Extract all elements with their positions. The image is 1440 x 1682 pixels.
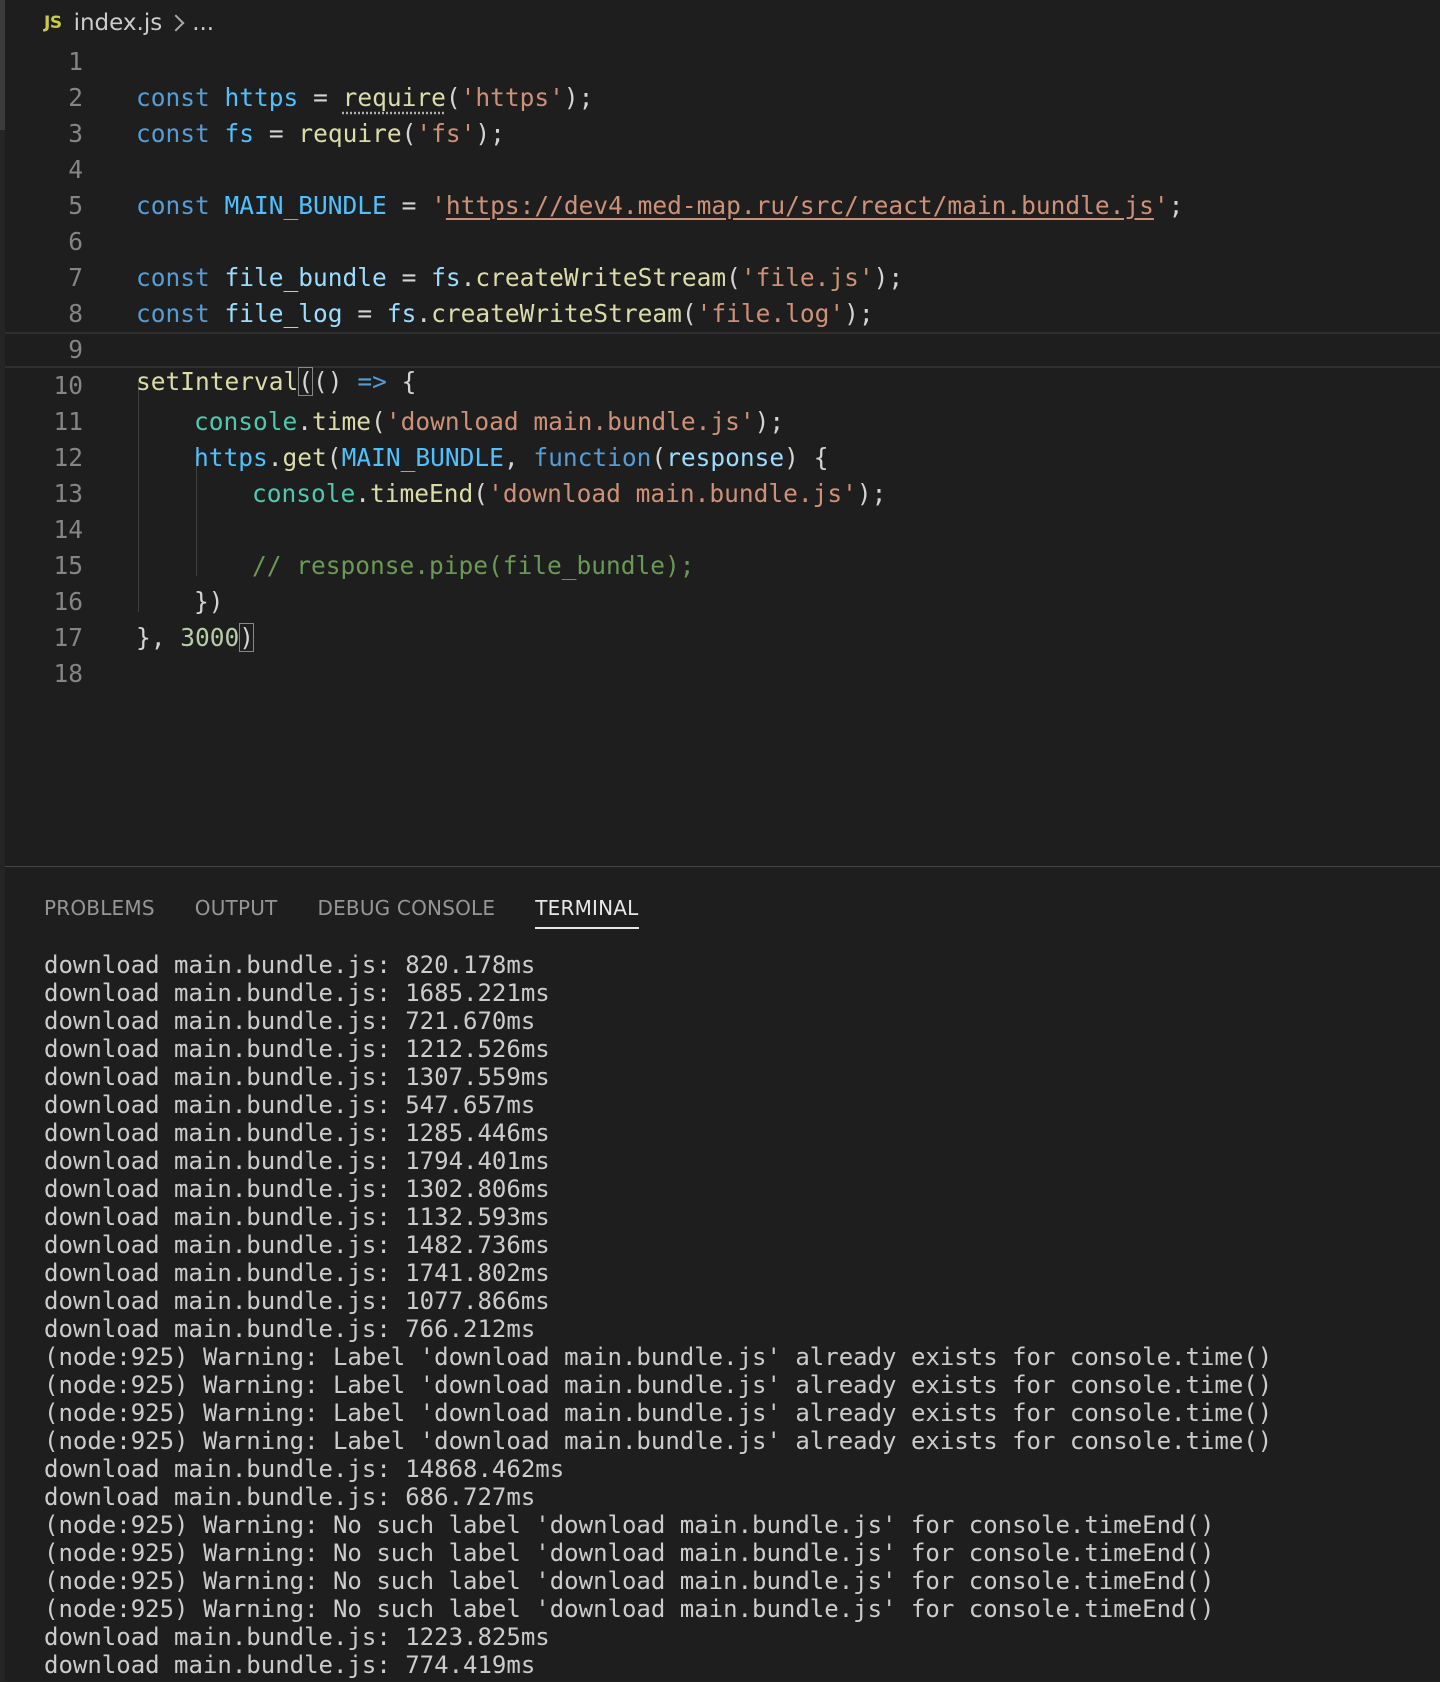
terminal-line: download main.bundle.js: 721.670ms xyxy=(44,1007,536,1035)
terminal-output[interactable]: download main.bundle.js: 820.178ms downlo… xyxy=(44,951,1434,1679)
dot: . xyxy=(416,299,432,328)
terminal-line: (node:925) Warning: Label 'download main… xyxy=(44,1371,1273,1399)
code-content: }, 3000) xyxy=(136,620,255,656)
tab-output[interactable]: OUTPUT xyxy=(195,889,278,929)
terminal-line: download main.bundle.js: 1223.825ms xyxy=(44,1623,550,1651)
breadcrumb: JS index.js ... xyxy=(44,6,214,40)
terminal-line: (node:925) Warning: No such label 'downl… xyxy=(44,1511,1215,1539)
paren: ( xyxy=(473,479,489,508)
brace: }, xyxy=(136,623,166,652)
terminal-line: download main.bundle.js: 1302.806ms xyxy=(44,1175,550,1203)
url-link[interactable]: https://dev4.med-map.ru/src/react/main.b… xyxy=(446,191,1154,220)
chevron-right-icon xyxy=(167,14,185,32)
operator: = xyxy=(401,191,417,220)
code-content: const fs = require('fs'); xyxy=(136,116,505,152)
bottom-panel: PROBLEMS OUTPUT DEBUG CONSOLE TERMINAL down… xyxy=(5,866,1440,1682)
terminal-line: download main.bundle.js: 820.178ms xyxy=(44,951,536,979)
code-line-10[interactable]: console.time('download main.bundle.js'); xyxy=(5,368,1440,436)
code-content: const file_log = fs.createWriteStream('f… xyxy=(136,296,874,332)
terminal-line: (node:925) Warning: No such label 'downl… xyxy=(44,1595,1215,1623)
identifier: file_log xyxy=(224,299,343,328)
paren: ( xyxy=(681,299,697,328)
breadcrumb-file[interactable]: index.js xyxy=(74,10,163,36)
code-line-4[interactable]: const MAIN_BUNDLE = 'https://dev4.med-ma… xyxy=(5,152,1440,220)
code-line-16[interactable]: }, 3000) xyxy=(5,584,1440,652)
code-content: console.timeEnd('download main.bundle.js… xyxy=(252,476,886,512)
terminal-line: (node:925) Warning: Label 'download main… xyxy=(44,1427,1273,1455)
terminal-line: download main.bundle.js: 686.727ms xyxy=(44,1483,536,1511)
function-name: timeEnd xyxy=(370,479,474,508)
terminal-line: (node:925) Warning: Label 'download main… xyxy=(44,1399,1273,1427)
terminal-line: download main.bundle.js: 1077.866ms xyxy=(44,1287,550,1315)
terminal-line: download main.bundle.js: 14868.462ms xyxy=(44,1455,565,1483)
function-name: createWriteStream xyxy=(431,299,682,328)
terminal-line: download main.bundle.js: 1132.593ms xyxy=(44,1203,550,1231)
terminal-line: (node:925) Warning: No such label 'downl… xyxy=(44,1539,1215,1567)
string-literal: 'fs' xyxy=(416,119,476,148)
terminal-line: download main.bundle.js: 766.212ms xyxy=(44,1315,536,1343)
code-line-7[interactable]: const file_log = fs.createWriteStream('f… xyxy=(5,260,1440,328)
terminal-line: (node:925) Warning: Label 'download main… xyxy=(44,1343,1273,1371)
tab-debug-console[interactable]: DEBUG CONSOLE xyxy=(317,889,495,929)
identifier: MAIN_BUNDLE xyxy=(224,191,387,220)
string-quote: ' xyxy=(431,191,446,220)
code-line-1[interactable]: const https = require('https'); xyxy=(5,44,1440,112)
keyword: const xyxy=(136,299,210,328)
code-line-15[interactable]: }) xyxy=(5,548,1440,616)
punctuation: ); xyxy=(475,119,505,148)
code-content: const MAIN_BUNDLE = 'https://dev4.med-ma… xyxy=(136,188,1183,224)
string-quote: ' xyxy=(1153,191,1169,220)
operator: = xyxy=(357,299,373,328)
code-editor[interactable]: 1 2 3 4 5 6 7 8 9 10 11 12 13 14 15 16 17 18 const https … xyxy=(5,44,1440,864)
paren: ( xyxy=(401,119,417,148)
punctuation: ); xyxy=(856,479,887,508)
number-literal: 3000 xyxy=(180,623,240,652)
terminal-line: download main.bundle.js: 1212.526ms xyxy=(44,1035,550,1063)
terminal-line: download main.bundle.js: 1285.446ms xyxy=(44,1119,550,1147)
matched-bracket: ) xyxy=(239,623,255,652)
terminal-line: download main.bundle.js: 1685.221ms xyxy=(44,979,550,1007)
code-line-2[interactable]: const fs = require('fs'); xyxy=(5,80,1440,148)
breadcrumb-more[interactable]: ... xyxy=(192,10,214,36)
terminal-line: (node:925) Warning: No such label 'downl… xyxy=(44,1567,1215,1595)
terminal-line: download main.bundle.js: 774.419ms xyxy=(44,1651,536,1679)
object-name: fs xyxy=(386,299,417,328)
punctuation: ; xyxy=(1168,191,1184,220)
dot: . xyxy=(355,479,371,508)
terminal-line: download main.bundle.js: 1307.559ms xyxy=(44,1063,550,1091)
operator: = xyxy=(268,119,284,148)
terminal-line: download main.bundle.js: 1741.802ms xyxy=(44,1259,550,1287)
code-line-9[interactable]: setInterval(() => { xyxy=(5,332,1440,396)
keyword: const xyxy=(136,119,210,148)
string-literal: 'file.log' xyxy=(696,299,845,328)
tab-terminal[interactable]: TERMINAL xyxy=(535,889,639,929)
tab-problems[interactable]: PROBLEMS xyxy=(44,889,155,929)
identifier: fs xyxy=(224,119,255,148)
string-literal: 'download main.bundle.js' xyxy=(488,479,857,508)
terminal-line: download main.bundle.js: 547.657ms xyxy=(44,1091,536,1119)
code-line-14[interactable]: // response.pipe(file_bundle); xyxy=(5,512,1440,580)
code-line-6[interactable]: const file_bundle = fs.createWriteStream… xyxy=(5,224,1440,292)
terminal-line: download main.bundle.js: 1794.401ms xyxy=(44,1147,550,1175)
line-number-row: 18 xyxy=(5,656,1440,692)
code-line-12[interactable]: console.timeEnd('download main.bundle.js… xyxy=(5,440,1440,508)
keyword: const xyxy=(136,191,210,220)
panel-tabs: PROBLEMS OUTPUT DEBUG CONSOLE TERMINAL xyxy=(44,889,679,929)
terminal-line: download main.bundle.js: 1482.736ms xyxy=(44,1231,550,1259)
javascript-file-icon: JS xyxy=(44,13,62,33)
object-name: console xyxy=(252,479,356,508)
code-line-11[interactable]: https.get(MAIN_BUNDLE, function(response… xyxy=(5,404,1440,472)
punctuation: ); xyxy=(844,299,874,328)
function-name: require xyxy=(298,119,402,148)
